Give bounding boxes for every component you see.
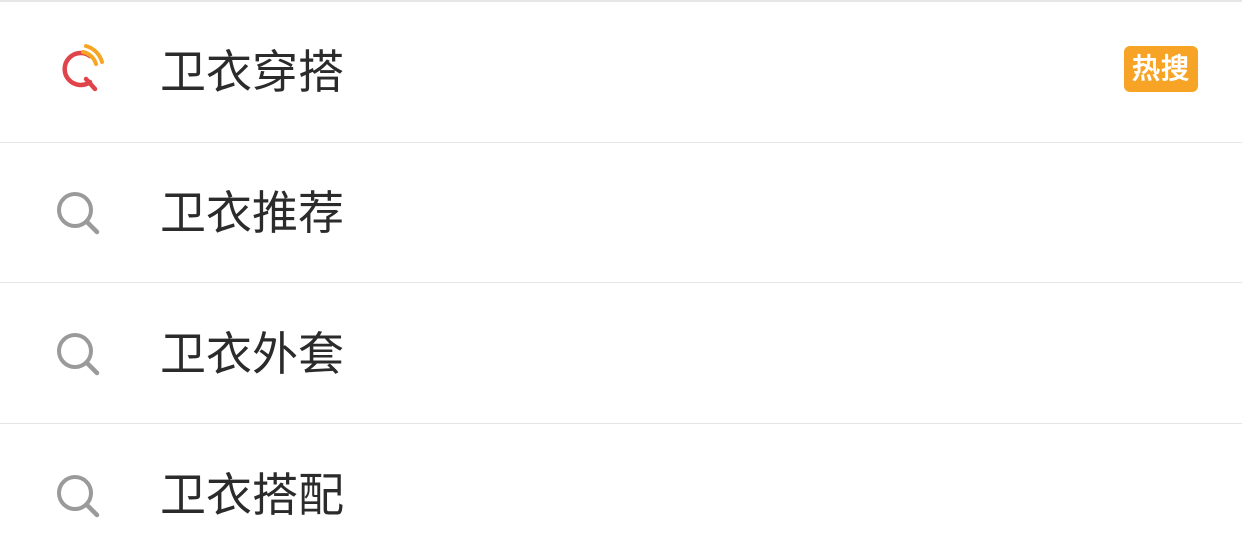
suggestion-label: 卫衣穿搭: [160, 45, 344, 99]
search-icon: [50, 185, 106, 241]
suggestion-label: 卫衣外套: [160, 327, 344, 381]
suggestion-item[interactable]: 卫衣外套: [0, 283, 1242, 424]
search-icon: [50, 468, 106, 524]
search-icon: [50, 326, 106, 382]
search-suggestion-list: 卫衣穿搭 热搜 卫衣推荐 卫衣外套 卫衣搭配: [0, 0, 1242, 542]
suggestion-item[interactable]: 卫衣穿搭 热搜: [0, 2, 1242, 143]
suggestion-item[interactable]: 卫衣推荐: [0, 142, 1242, 283]
suggestion-item[interactable]: 卫衣搭配: [0, 424, 1242, 542]
hot-search-badge: 热搜: [1124, 46, 1198, 92]
hot-search-icon: [50, 42, 106, 98]
suggestion-label: 卫衣推荐: [160, 186, 344, 240]
suggestion-label: 卫衣搭配: [160, 468, 344, 522]
